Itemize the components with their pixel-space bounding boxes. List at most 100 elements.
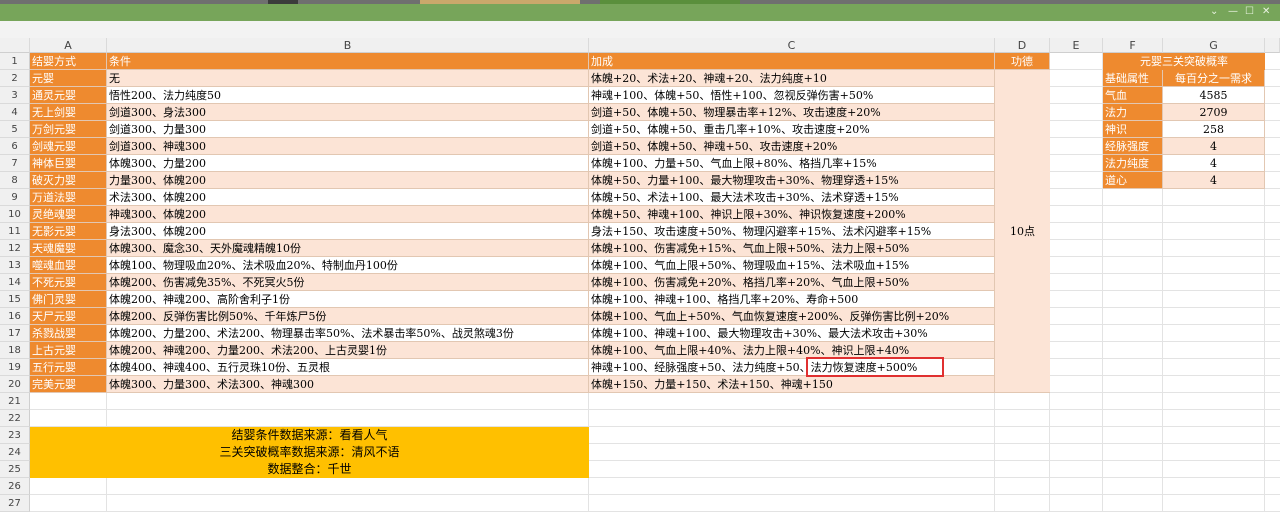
bonus-cell[interactable]: 体魄+100、神魂+100、最大物理攻击+30%、最大法术攻击+30% bbox=[589, 325, 995, 342]
method-cell[interactable]: 不死元婴 bbox=[30, 274, 107, 291]
condition-cell[interactable]: 体魄200、力量200、术法200、物理暴击率50%、法术暴击率50%、战灵煞魂… bbox=[107, 325, 589, 342]
header-cell[interactable]: 结婴方式 bbox=[30, 53, 107, 70]
method-cell[interactable]: 元婴 bbox=[30, 70, 107, 87]
bonus-cell[interactable]: 体魄+50、术法+100、最大法术攻击+30%、法术穿透+15% bbox=[589, 189, 995, 206]
header-cell[interactable]: 功德 bbox=[995, 53, 1050, 70]
bonus-cell[interactable]: 体魄+100、力量+50、气血上限+80%、格挡几率+15% bbox=[589, 155, 995, 172]
method-cell[interactable]: 灵绝魂婴 bbox=[30, 206, 107, 223]
row-header[interactable]: 10 bbox=[0, 206, 30, 223]
bonus-cell[interactable]: 体魄+100、神魂+100、格挡几率+20%、寿命+500 bbox=[589, 291, 995, 308]
row-header[interactable]: 16 bbox=[0, 308, 30, 325]
maximize-icon[interactable]: ☐ bbox=[1245, 5, 1254, 19]
method-cell[interactable]: 噬魂血婴 bbox=[30, 257, 107, 274]
row-header[interactable]: 18 bbox=[0, 342, 30, 359]
row-header[interactable]: 5 bbox=[0, 121, 30, 138]
row-header[interactable]: 6 bbox=[0, 138, 30, 155]
attr-value-cell[interactable]: 4 bbox=[1163, 138, 1265, 155]
bonus-cell[interactable]: 剑道+50、体魄+50、神魂+50、攻击速度+20% bbox=[589, 138, 995, 155]
method-cell[interactable]: 上古元婴 bbox=[30, 342, 107, 359]
row-header[interactable]: 21 bbox=[0, 393, 30, 410]
condition-cell[interactable]: 体魄100、物理吸血20%、法术吸血20%、特制血丹100份 bbox=[107, 257, 589, 274]
bonus-cell[interactable]: 体魄+100、气血上限+50%、物理吸血+15%、法术吸血+15% bbox=[589, 257, 995, 274]
method-cell[interactable]: 无影元婴 bbox=[30, 223, 107, 240]
attr-name-cell[interactable]: 法力纯度 bbox=[1103, 155, 1163, 172]
condition-cell[interactable]: 体魄200、反弹伤害比例50%、千年炼尸5份 bbox=[107, 308, 589, 325]
bonus-cell[interactable]: 剑道+50、体魄+50、重击几率+10%、攻击速度+20% bbox=[589, 121, 995, 138]
close-icon[interactable]: ✕ bbox=[1262, 5, 1270, 19]
method-cell[interactable]: 万剑元婴 bbox=[30, 121, 107, 138]
condition-cell[interactable]: 体魄200、伤害减免35%、不死冥火5份 bbox=[107, 274, 589, 291]
condition-cell[interactable]: 身法300、体魄200 bbox=[107, 223, 589, 240]
bonus-cell[interactable]: 神魂+100、体魄+50、悟性+100、忽视反弹伤害+50% bbox=[589, 87, 995, 104]
method-cell[interactable]: 剑魂元婴 bbox=[30, 138, 107, 155]
attr-value-cell[interactable]: 258 bbox=[1163, 121, 1265, 138]
bonus-cell[interactable]: 体魄+20、术法+20、神魂+20、法力纯度+10 bbox=[589, 70, 995, 87]
method-cell[interactable]: 无上剑婴 bbox=[30, 104, 107, 121]
method-cell[interactable]: 天魂魔婴 bbox=[30, 240, 107, 257]
method-cell[interactable]: 杀戮战婴 bbox=[30, 325, 107, 342]
row-header[interactable]: 27 bbox=[0, 495, 30, 512]
condition-cell[interactable]: 力量300、体魄200 bbox=[107, 172, 589, 189]
attr-name-cell[interactable]: 道心 bbox=[1103, 172, 1163, 189]
condition-cell[interactable]: 体魄300、力量300、术法300、神魂300 bbox=[107, 376, 589, 393]
attr-value-cell[interactable]: 4585 bbox=[1163, 87, 1265, 104]
condition-cell[interactable]: 神魂300、体魄200 bbox=[107, 206, 589, 223]
side-title-cell[interactable]: 元婴三关突破概率 bbox=[1103, 53, 1265, 70]
row-header[interactable]: 22 bbox=[0, 410, 30, 427]
condition-cell[interactable]: 无 bbox=[107, 70, 589, 87]
row-header[interactable]: 9 bbox=[0, 189, 30, 206]
row-header[interactable]: 1 bbox=[0, 53, 30, 70]
row-header[interactable]: 4 bbox=[0, 104, 30, 121]
minimize-icon[interactable]: — bbox=[1228, 5, 1238, 19]
column-header[interactable]: E bbox=[1050, 38, 1103, 53]
attr-name-cell[interactable]: 经脉强度 bbox=[1103, 138, 1163, 155]
bonus-cell[interactable]: 体魄+100、伤害减免+20%、格挡几率+20%、气血上限+50% bbox=[589, 274, 995, 291]
row-header[interactable]: 23 bbox=[0, 427, 30, 444]
condition-cell[interactable]: 剑道300、力量300 bbox=[107, 121, 589, 138]
method-cell[interactable]: 破灭力婴 bbox=[30, 172, 107, 189]
method-cell[interactable]: 万道法婴 bbox=[30, 189, 107, 206]
column-header[interactable]: A bbox=[30, 38, 107, 53]
row-header[interactable]: 26 bbox=[0, 478, 30, 495]
side-col2-cell[interactable]: 每百分之一需求 bbox=[1163, 70, 1265, 87]
row-header[interactable]: 17 bbox=[0, 325, 30, 342]
method-cell[interactable]: 神体巨婴 bbox=[30, 155, 107, 172]
bonus-cell[interactable]: 体魄+50、神魂+100、神识上限+30%、神识恢复速度+200% bbox=[589, 206, 995, 223]
row-header[interactable]: 13 bbox=[0, 257, 30, 274]
header-cell[interactable]: 加成 bbox=[589, 53, 995, 70]
method-cell[interactable]: 天尸元婴 bbox=[30, 308, 107, 325]
chevron-down-icon[interactable]: ⌄ bbox=[1210, 5, 1218, 19]
condition-cell[interactable]: 体魄300、魔念30、天外魔魂精魄10份 bbox=[107, 240, 589, 257]
condition-cell[interactable]: 体魄200、神魂200、高阶舍利子1份 bbox=[107, 291, 589, 308]
bonus-cell[interactable]: 体魄+100、气血上+50%、气血恢复速度+200%、反弹伤害比例+20% bbox=[589, 308, 995, 325]
row-header[interactable]: 25 bbox=[0, 461, 30, 478]
attr-name-cell[interactable]: 法力 bbox=[1103, 104, 1163, 121]
condition-cell[interactable]: 体魄300、力量200 bbox=[107, 155, 589, 172]
condition-cell[interactable]: 体魄400、神魂400、五行灵珠10份、五灵根 bbox=[107, 359, 589, 376]
bonus-cell[interactable]: 体魄+50、力量+100、最大物理攻击+30%、物理穿透+15% bbox=[589, 172, 995, 189]
attr-name-cell[interactable]: 神识 bbox=[1103, 121, 1163, 138]
bonus-cell[interactable]: 体魄+100、伤害减免+15%、气血上限+50%、法力上限+50% bbox=[589, 240, 995, 257]
bonus-cell[interactable]: 剑道+50、体魄+50、物理暴击率+12%、攻击速度+20% bbox=[589, 104, 995, 121]
row-header[interactable]: 12 bbox=[0, 240, 30, 257]
condition-cell[interactable]: 悟性200、法力纯度50 bbox=[107, 87, 589, 104]
merit-merged-cell[interactable]: 10点 bbox=[995, 70, 1050, 393]
column-header[interactable]: C bbox=[589, 38, 995, 53]
condition-cell[interactable]: 剑道300、身法300 bbox=[107, 104, 589, 121]
header-cell[interactable]: 条件 bbox=[107, 53, 589, 70]
row-header[interactable]: 15 bbox=[0, 291, 30, 308]
method-cell[interactable]: 五行元婴 bbox=[30, 359, 107, 376]
row-header[interactable]: 8 bbox=[0, 172, 30, 189]
bonus-cell[interactable]: 体魄+150、力量+150、术法+150、神魂+150 bbox=[589, 376, 995, 393]
condition-cell[interactable]: 体魄200、神魂200、力量200、术法200、上古灵婴1份 bbox=[107, 342, 589, 359]
row-header[interactable]: 14 bbox=[0, 274, 30, 291]
row-header[interactable]: 7 bbox=[0, 155, 30, 172]
attr-value-cell[interactable]: 2709 bbox=[1163, 104, 1265, 121]
select-all-corner[interactable] bbox=[0, 38, 30, 53]
row-header[interactable]: 19 bbox=[0, 359, 30, 376]
column-header[interactable]: G bbox=[1163, 38, 1265, 53]
column-header[interactable]: F bbox=[1103, 38, 1163, 53]
column-header[interactable]: D bbox=[995, 38, 1050, 53]
method-cell[interactable]: 佛门灵婴 bbox=[30, 291, 107, 308]
column-header[interactable]: B bbox=[107, 38, 589, 53]
